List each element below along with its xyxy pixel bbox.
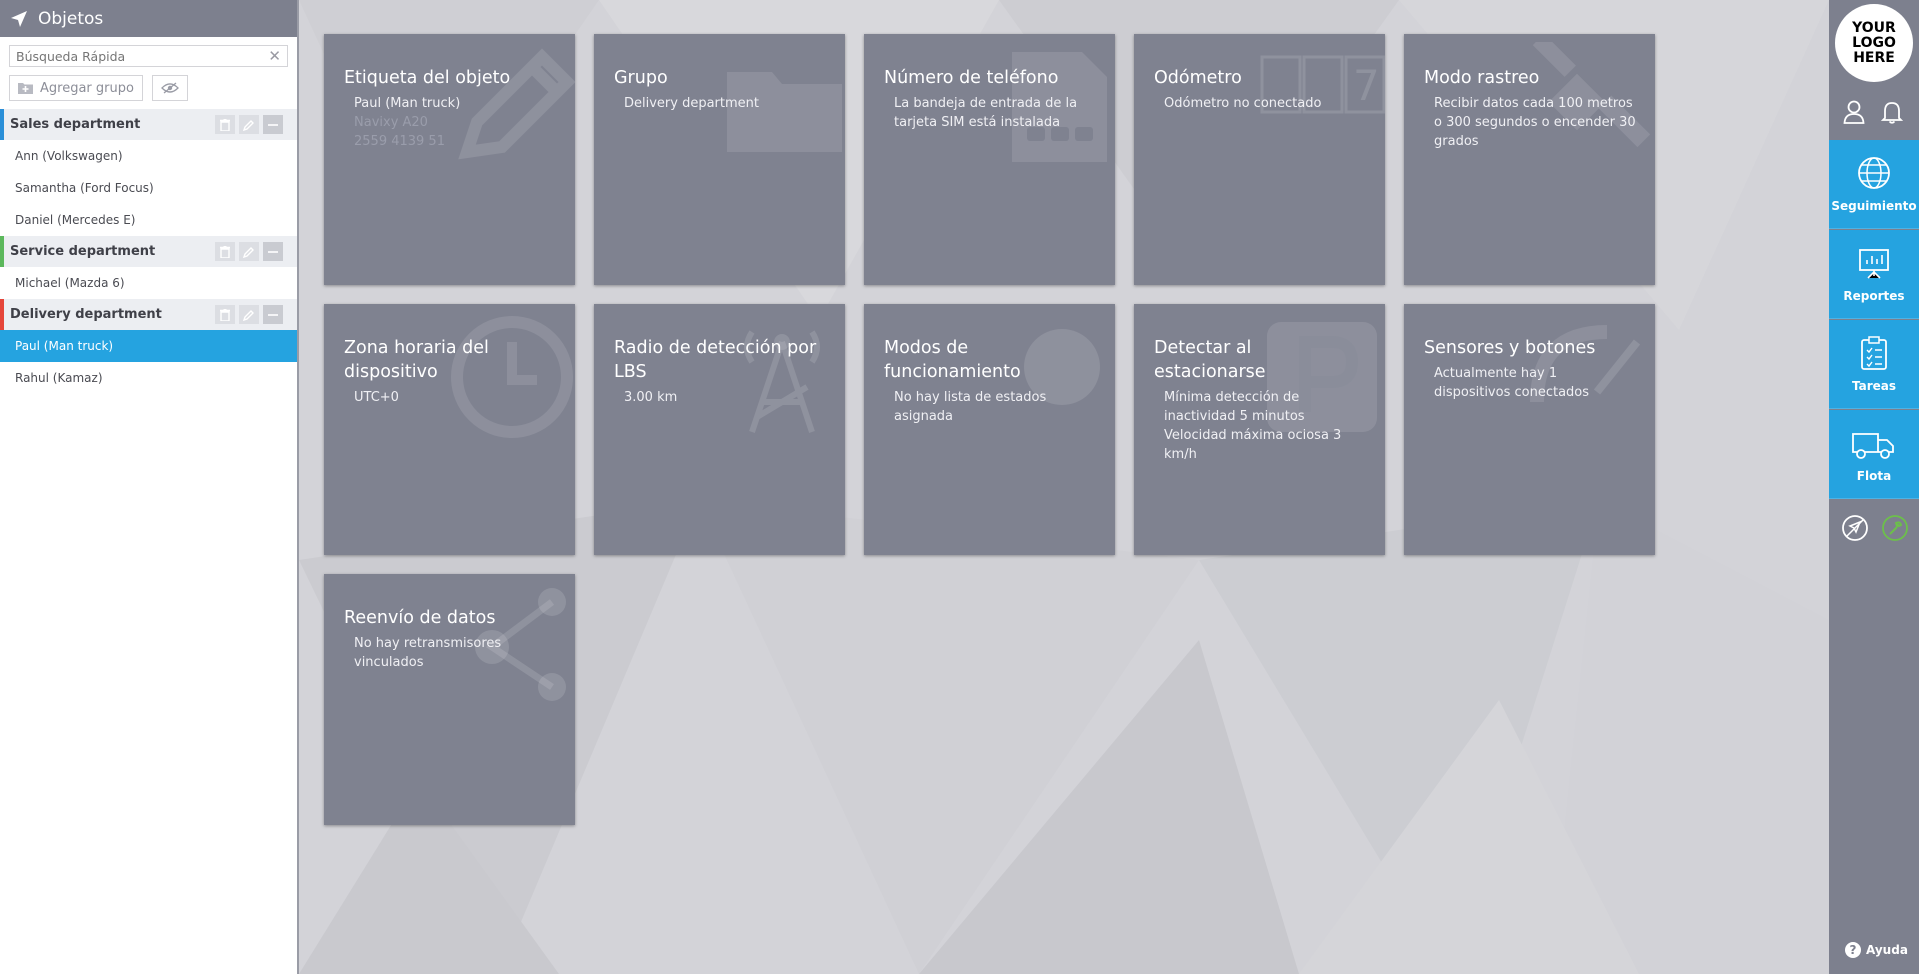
sidebar-title: Objetos (38, 8, 104, 29)
tile-title: Sensores y botones (1424, 338, 1596, 358)
group-tools (215, 242, 283, 261)
tile-title: Modo rastreo (1424, 68, 1540, 88)
tile-title: Radio de detección por LBS (614, 338, 817, 382)
rail-nav-flota[interactable]: Flota (1829, 410, 1919, 499)
tile-muted-text: 2559 4139 51 (354, 134, 445, 149)
presentation-icon (1859, 248, 1889, 279)
tile-muted-text: Navixy A20 (354, 115, 428, 130)
tile-description-line: Mínima detección de inactividad 5 minuto… (1164, 390, 1305, 424)
company-logo: YOUR LOGO HERE (1835, 4, 1913, 82)
tile-title: Etiqueta del objeto (344, 68, 511, 88)
tile-title: Detectar al estacionarse (1154, 338, 1266, 382)
tile-description: Delivery department (624, 96, 760, 111)
group-list: Sales department Ann (Volkswagen) Samanth… (0, 109, 297, 394)
right-navigation-rail: YOUR LOGO HERE Seguimiento Reportes Tare… (1829, 0, 1919, 974)
group-row[interactable]: Sales department (0, 109, 297, 140)
globe-icon (1858, 156, 1890, 189)
tile-description-line: Velocidad máxima ociosa 3 km/h (1164, 428, 1342, 462)
tile-title: Número de teléfono (884, 68, 1059, 88)
rail-nav-tareas[interactable]: Tareas (1829, 320, 1919, 409)
tile-description: Actualmente hay 1 dispositivos conectado… (1434, 366, 1590, 400)
group-tools (215, 305, 283, 324)
logo-line-2: LOGO (1852, 34, 1896, 51)
add-group-button[interactable]: Agregar grupo (9, 75, 143, 101)
quick-search-input[interactable] (16, 48, 269, 64)
collapse-group-icon[interactable] (263, 242, 283, 261)
tile-description: Paul (Man truck) (354, 96, 461, 111)
delete-group-icon[interactable] (215, 115, 235, 134)
add-group-label: Agregar grupo (40, 80, 134, 96)
group-name: Service department (10, 244, 156, 259)
setting-tile[interactable]: Reenvío de datos No hay retransmisores v… (324, 574, 575, 825)
edit-group-icon[interactable] (239, 305, 259, 324)
edit-group-icon[interactable] (239, 115, 259, 134)
help-label: Ayuda (1866, 943, 1908, 957)
tile-title: Odómetro (1154, 68, 1242, 88)
object-list-item[interactable]: Michael (Mazda 6) (0, 267, 297, 299)
notifications-bell-icon[interactable] (1881, 100, 1903, 124)
setting-tile[interactable]: Etiqueta del objeto Paul (Man truck) Navi… (324, 34, 575, 285)
group-name: Sales department (10, 117, 141, 132)
setting-tile[interactable]: Modo rastreo Recibir datos cada 100 metr… (1404, 34, 1655, 285)
settings-area: Etiqueta del objeto Paul (Man truck) Navi… (299, 0, 1829, 974)
object-list-item[interactable]: Paul (Man truck) (0, 330, 297, 362)
user-icon[interactable] (1843, 100, 1865, 124)
tile-description: Odómetro no conectado (1164, 96, 1322, 111)
collapse-group-icon[interactable] (263, 115, 283, 134)
group-row[interactable]: Delivery department (0, 299, 297, 330)
setting-tile[interactable]: Zona horaria del dispositivo UTC+0 (324, 304, 575, 555)
tile-description: No hay retransmisores vinculados (354, 636, 502, 670)
tile-description: 3.00 km (624, 390, 678, 405)
tile-description: Recibir datos cada 100 metros o 300 segu… (1434, 96, 1636, 149)
eye-hidden-icon (161, 82, 179, 94)
rail-nav-seguimiento[interactable]: Seguimiento (1829, 140, 1919, 229)
rail-nav-label: Tareas (1851, 378, 1897, 393)
delete-group-icon[interactable] (215, 305, 235, 324)
navigation-arrow-icon (11, 10, 27, 27)
rail-nav-label: Flota (1856, 468, 1892, 483)
tile-description: La bandeja de entrada de la tarjeta SIM … (894, 96, 1078, 130)
logo-line-3: HERE (1853, 49, 1895, 66)
object-list-item[interactable]: Rahul (Kamaz) (0, 362, 297, 394)
setting-tile[interactable]: Modos de funcionamiento No hay lista de … (864, 304, 1115, 555)
toggle-visibility-button[interactable] (151, 75, 188, 101)
no-tracking-icon[interactable] (1841, 514, 1869, 542)
collapse-group-icon[interactable] (263, 305, 283, 324)
delete-group-icon[interactable] (215, 242, 235, 261)
tile-title: Zona horaria del dispositivo (344, 338, 489, 382)
setting-tile[interactable]: 7 Odómetro Odómetro no conectado (1134, 34, 1385, 285)
setting-tile[interactable]: Sensores y botones Actualmente hay 1 dis… (1404, 304, 1655, 555)
object-list-item[interactable]: Daniel (Mercedes E) (0, 204, 297, 236)
tile-description: No hay lista de estados asignada (894, 390, 1047, 424)
setting-tile[interactable]: Número de teléfono La bandeja de entrada… (864, 34, 1115, 285)
clipboard-icon (1861, 335, 1887, 370)
rail-nav-label: Reportes (1843, 288, 1905, 303)
help-icon: ? (1845, 942, 1861, 958)
objects-sidebar: Objetos ✕ Agregar grupo Sales department… (0, 0, 299, 974)
help-button[interactable]: ? Ayuda (1845, 942, 1908, 958)
tile-title: Modos de funcionamiento (884, 338, 1021, 382)
tile-title: Reenvío de datos (344, 608, 496, 628)
sidebar-header: Objetos (0, 0, 297, 37)
rail-nav-label: Seguimiento (1831, 198, 1917, 213)
rail-nav-reportes[interactable]: Reportes (1829, 230, 1919, 319)
group-name: Delivery department (10, 307, 162, 322)
search-box: ✕ (9, 45, 288, 67)
object-list-item[interactable]: Ann (Volkswagen) (0, 140, 297, 172)
wrench-settings-icon[interactable] (1881, 514, 1909, 542)
tile-description: UTC+0 (354, 390, 399, 405)
edit-group-icon[interactable] (239, 242, 259, 261)
setting-tile[interactable]: Detectar al estacionarse Mínima detecció… (1134, 304, 1385, 555)
group-row[interactable]: Service department (0, 236, 297, 267)
setting-tile[interactable]: Radio de detección por LBS 3.00 km (594, 304, 845, 555)
setting-tile[interactable]: Grupo Delivery department (594, 34, 845, 285)
folder-add-icon (18, 83, 33, 94)
logo-line-1: YOUR (1852, 19, 1896, 36)
group-tools (215, 115, 283, 134)
truck-icon (1852, 432, 1894, 459)
object-list-item[interactable]: Samantha (Ford Focus) (0, 172, 297, 204)
tile-title: Grupo (614, 68, 668, 88)
clear-search-icon[interactable]: ✕ (268, 47, 281, 65)
